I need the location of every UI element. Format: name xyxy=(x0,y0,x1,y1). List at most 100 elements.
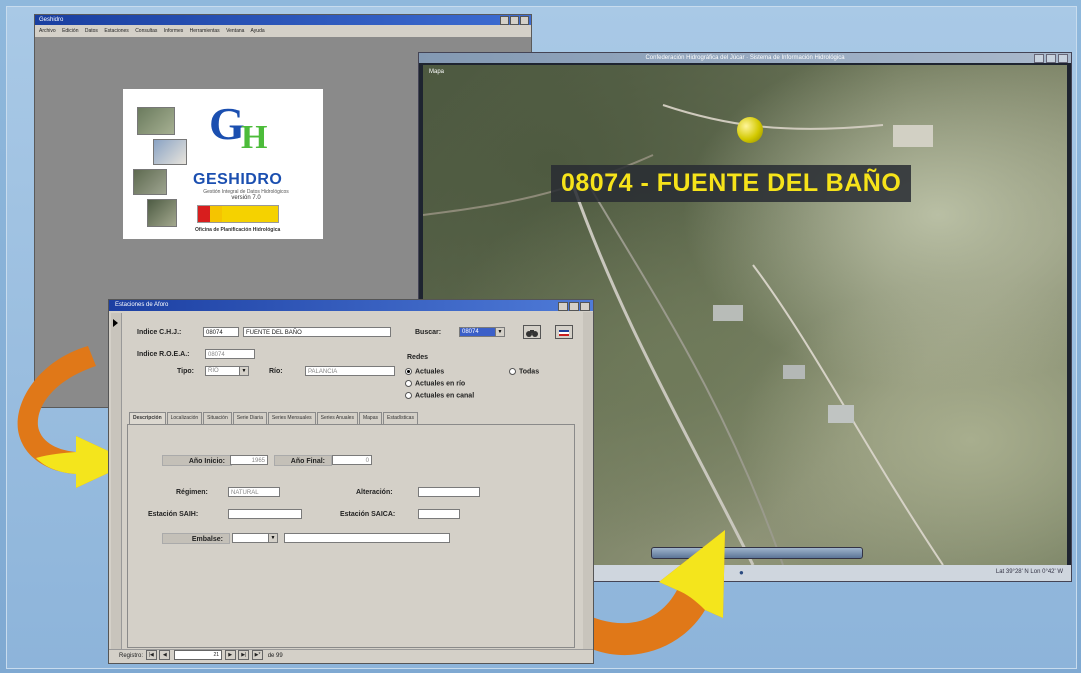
chevron-down-icon[interactable]: ▼ xyxy=(268,534,277,542)
tab-estadisticas[interactable]: Estadísticas xyxy=(382,412,418,424)
rio-label: Río: xyxy=(269,368,283,375)
tipo-select[interactable]: RIO ▼ xyxy=(205,366,249,376)
stations-form-window: Estaciones de Aforo Indice C.H.J.: 08074… xyxy=(108,299,594,664)
photo-thumbnail xyxy=(137,107,175,135)
buscar-label: Buscar: xyxy=(415,329,442,336)
new-record-button[interactable]: ▶* xyxy=(252,650,264,661)
record-navigation-bar: Registro: |◀ ◀ 21 ▶ ▶| ▶* de 99 xyxy=(109,649,593,663)
estacion-saih-label: Estación SAIH: xyxy=(148,511,199,518)
form-window-controls xyxy=(558,302,590,311)
photo-thumbnail xyxy=(153,139,187,165)
app-version: versión 7.0 xyxy=(231,195,261,201)
regimen-label: Régimen: xyxy=(176,489,208,496)
anio-inicio-label: Año Inicio: xyxy=(162,455,232,466)
embalse-description-field[interactable] xyxy=(284,533,450,543)
menu-item[interactable]: Edición xyxy=(62,28,78,34)
photo-thumbnail xyxy=(147,199,177,227)
close-button[interactable] xyxy=(580,302,590,311)
estacion-saica-field[interactable] xyxy=(418,509,460,519)
tab-situacion[interactable]: Situación xyxy=(203,412,232,424)
tab-series-anuales[interactable]: Series Anuales xyxy=(316,412,358,424)
radio-dot-icon xyxy=(405,368,412,375)
station-label: 08074 - FUENTE DEL BAÑO xyxy=(551,165,912,202)
logo-g-icon: G xyxy=(209,98,245,149)
flag-glyph xyxy=(559,330,569,336)
coordinates-readout: Lat 39°28' N Lon 0°42' W xyxy=(995,569,1063,575)
maximize-button[interactable] xyxy=(569,302,579,311)
tipo-label: Tipo: xyxy=(177,368,194,375)
tipo-value: RIO xyxy=(208,368,219,374)
menu-item[interactable]: Datos xyxy=(85,28,98,34)
rio-field[interactable]: PALANCIA xyxy=(305,366,395,376)
first-record-button[interactable]: |◀ xyxy=(145,650,157,661)
anio-final-label: Año Final: xyxy=(274,455,332,466)
radio-actuales-canal[interactable]: Actuales en canal xyxy=(405,392,474,399)
menu-item[interactable]: Herramientas xyxy=(190,28,220,34)
buscar-value: 08074 xyxy=(462,329,479,335)
descripcion-panel: Año Inicio: 1965 Año Final: 0 Régimen: N… xyxy=(127,424,575,648)
chevron-down-icon[interactable]: ▼ xyxy=(495,328,504,336)
embalse-select[interactable]: ▼ xyxy=(232,533,278,543)
redes-title: Redes xyxy=(407,354,429,361)
alteracion-field[interactable] xyxy=(418,487,480,497)
indice-roea-field[interactable]: 08074 xyxy=(205,349,255,359)
splash-card: G H GESHIDRO Gestión Integral de Datos H… xyxy=(123,89,323,239)
menu-item[interactable]: Ventana xyxy=(226,28,244,34)
menu-item[interactable]: Ayuda xyxy=(251,28,265,34)
radio-todas[interactable]: Todas xyxy=(509,368,539,375)
tab-mapas[interactable]: Mapas xyxy=(358,412,382,424)
close-button[interactable] xyxy=(520,16,529,25)
radio-dot-icon xyxy=(405,380,412,387)
binoculars-icon[interactable] xyxy=(523,325,541,339)
menu-item[interactable]: Informes xyxy=(164,28,183,34)
menu-item[interactable]: Estaciones xyxy=(104,28,128,34)
minimize-button[interactable] xyxy=(558,302,568,311)
alteracion-label: Alteración: xyxy=(356,489,393,496)
tab-series-mensuales[interactable]: Series Mensuales xyxy=(267,412,316,424)
menu-item[interactable]: Archivo xyxy=(39,28,56,34)
current-record-icon xyxy=(113,319,118,327)
anio-inicio-field[interactable]: 1965 xyxy=(230,455,268,465)
record-selector[interactable] xyxy=(111,313,122,649)
ministry-logo-icon xyxy=(197,205,279,223)
chevron-down-icon[interactable]: ▼ xyxy=(239,367,248,375)
map-tag: Mapa xyxy=(429,69,445,75)
office-name: Oficina de Planificación Hidrológica xyxy=(195,227,281,233)
indice-roea-label: Indice R.O.E.A.: xyxy=(137,351,190,358)
maximize-button[interactable] xyxy=(510,16,519,25)
station-marker-icon[interactable] xyxy=(737,117,763,143)
menu-item[interactable]: Consultas xyxy=(135,28,157,34)
buscar-select[interactable]: 08074 ▼ xyxy=(459,327,505,337)
tab-descripcion[interactable]: Descripción xyxy=(129,412,166,424)
next-record-button[interactable]: ▶ xyxy=(224,650,236,661)
previous-record-button[interactable]: ◀ xyxy=(159,650,171,661)
tab-serie-diaria[interactable]: Serie Diaria xyxy=(232,412,267,424)
regimen-field[interactable]: NATURAL xyxy=(228,487,280,497)
minimize-button[interactable] xyxy=(500,16,509,25)
splash-titlebar: Geshidro xyxy=(35,15,531,25)
map-titlebar: Confederación Hidrográfica del Júcar · S… xyxy=(419,53,1071,63)
binoculars-glyph xyxy=(526,330,538,337)
vertical-scrollbar[interactable] xyxy=(583,312,593,649)
tab-localizacion[interactable]: Localización xyxy=(166,412,203,424)
anio-final-field[interactable]: 0 xyxy=(332,455,372,465)
maximize-button[interactable] xyxy=(1046,54,1056,63)
indice-chj-name-field[interactable]: FUENTE DEL BAÑO xyxy=(243,327,391,337)
radio-actuales[interactable]: Actuales xyxy=(405,368,444,375)
minimize-button[interactable] xyxy=(1034,54,1044,63)
radio-label: Actuales xyxy=(415,368,445,376)
photo-thumbnail xyxy=(133,169,167,195)
radio-dot-icon xyxy=(405,392,412,399)
estacion-saih-field[interactable] xyxy=(228,509,302,519)
tab-strip: Descripción Localización Situación Serie… xyxy=(129,412,419,424)
last-record-button[interactable]: ▶| xyxy=(238,650,250,661)
logo-h-icon: H xyxy=(241,119,268,156)
current-record-field[interactable]: 21 xyxy=(174,650,223,661)
radio-label: Todas xyxy=(519,368,540,376)
radio-actuales-rio[interactable]: Actuales en río xyxy=(405,380,465,387)
indice-chj-code-field[interactable]: 08074 xyxy=(203,327,239,337)
form-titlebar: Estaciones de Aforo xyxy=(109,300,593,311)
flag-icon[interactable] xyxy=(555,325,573,339)
close-button[interactable] xyxy=(1058,54,1068,63)
estacion-saica-label: Estación SAICA: xyxy=(340,511,396,518)
